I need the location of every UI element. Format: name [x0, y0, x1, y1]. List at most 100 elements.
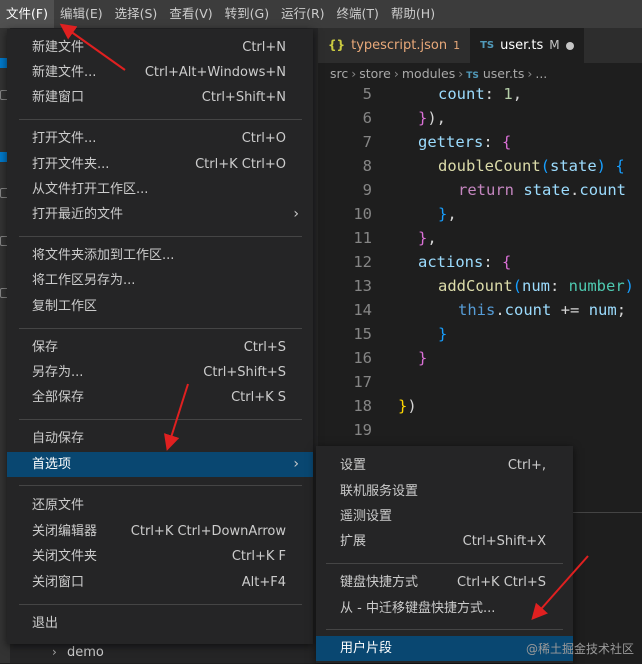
code-line: 16} — [318, 346, 642, 370]
code-line: 14 this.count += num; — [318, 298, 642, 322]
menu-item-save[interactable]: 保存 Ctrl+S — [7, 335, 313, 360]
code-token: actions — [418, 253, 484, 271]
menu-item-open-workspace[interactable]: 从文件打开工作区... — [7, 177, 313, 202]
menu-view[interactable]: 查看(V) — [163, 0, 218, 28]
code-line: 12 actions: { — [318, 250, 642, 274]
code-editor[interactable]: 5 count: 1, 6}), 7 getters: { 8 doubleCount… — [318, 82, 642, 452]
menu-item-new-file-dialog[interactable]: 新建文件... Ctrl+Alt+Windows+N — [7, 60, 313, 85]
folder-label: demo — [66, 645, 104, 660]
code-token: getters — [418, 133, 484, 151]
submenu-item-telemetry[interactable]: 遥测设置 — [316, 504, 573, 529]
crumb-more[interactable]: ... — [535, 66, 547, 81]
unsaved-dot-icon[interactable] — [565, 41, 574, 50]
tab-typescript-json[interactable]: {} typescript.json 1 — [318, 28, 471, 63]
submenu-item-migrate-keybindings[interactable]: 从 - 中迁移键盘快捷方式... — [316, 596, 573, 621]
tab-label: user.ts — [500, 38, 544, 53]
menu-item-auto-save[interactable]: 自动保存 — [7, 426, 313, 451]
menu-item-preferences[interactable]: 首选项 › — [7, 452, 313, 477]
chevron-right-icon: › — [293, 456, 299, 472]
menu-item-close-window[interactable]: 关闭窗口 Alt+F4 — [7, 570, 313, 595]
code-line: 9 return state.count — [318, 178, 642, 202]
crumb-src[interactable]: src — [330, 66, 348, 81]
menu-separator — [326, 629, 563, 630]
menu-item-save-as[interactable]: 另存为... Ctrl+Shift+S — [7, 360, 313, 385]
line-number: 18 — [353, 397, 372, 415]
code-line: 13 addCount(num: number) — [318, 274, 642, 298]
line-number: 5 — [362, 85, 372, 103]
line-number: 13 — [353, 277, 372, 295]
crumb-store[interactable]: store — [359, 66, 391, 81]
chevron-right-icon: › — [351, 66, 357, 81]
submenu-item-online-services[interactable]: 联机服务设置 — [316, 479, 573, 504]
chevron-right-icon: › — [458, 66, 464, 81]
menu-file[interactable]: 文件(F) — [0, 0, 54, 28]
modified-badge: M — [549, 38, 560, 52]
menu-item-save-all[interactable]: 全部保存 Ctrl+K S — [7, 385, 313, 410]
code-line: 6}), — [318, 106, 642, 130]
code-line: 5 count: 1, — [318, 82, 642, 106]
menu-terminal[interactable]: 终端(T) — [331, 0, 385, 28]
line-number: 8 — [362, 157, 372, 175]
menu-separator — [19, 236, 302, 237]
code-token: return — [458, 181, 514, 199]
line-number: 19 — [353, 421, 372, 439]
line-number: 11 — [353, 229, 372, 247]
menu-separator — [326, 563, 563, 564]
menu-selection[interactable]: 选择(S) — [109, 0, 164, 28]
code-line: 7 getters: { — [318, 130, 642, 154]
code-token: += — [560, 301, 580, 319]
code-line: 10}, — [318, 202, 642, 226]
menu-item-duplicate-workspace[interactable]: 复制工作区 — [7, 294, 313, 319]
menu-help[interactable]: 帮助(H) — [385, 0, 441, 28]
line-number: 10 — [353, 205, 372, 223]
line-number: 6 — [362, 109, 372, 127]
code-token: state — [550, 157, 597, 175]
code-token: num — [588, 301, 617, 319]
tab-user-ts[interactable]: TS user.ts M — [470, 28, 584, 63]
menu-item-open-folder[interactable]: 打开文件夹... Ctrl+K Ctrl+O — [7, 152, 313, 177]
watermark: @稀土掘金技术社区 — [525, 642, 634, 656]
code-line: 19 — [318, 418, 642, 442]
menu-separator — [19, 419, 302, 420]
crumb-modules[interactable]: modules — [402, 66, 455, 81]
code-line: 18}) — [318, 394, 642, 418]
chevron-right-icon: › — [393, 66, 399, 81]
chevron-right-icon: › — [52, 645, 57, 659]
menu-separator — [19, 119, 302, 120]
crumb-file[interactable]: user.ts — [483, 66, 525, 81]
menu-item-open-file[interactable]: 打开文件... Ctrl+O — [7, 126, 313, 151]
code-line: 11}, — [318, 226, 642, 250]
code-token: this — [458, 301, 496, 319]
menu-separator — [19, 485, 302, 486]
chevron-right-icon: › — [527, 66, 533, 81]
folder-demo[interactable]: › demo — [52, 643, 104, 661]
code-token: state — [523, 181, 571, 199]
code-line: 15} — [318, 322, 642, 346]
menu-item-new-file[interactable]: 新建文件 Ctrl+N — [7, 35, 313, 60]
menu-item-add-folder[interactable]: 将文件夹添加到工作区... — [7, 243, 313, 268]
code-line: 17 — [318, 370, 642, 394]
menu-run[interactable]: 运行(R) — [275, 0, 330, 28]
submenu-item-extensions[interactable]: 扩展 Ctrl+Shift+X — [316, 529, 573, 554]
typescript-icon: TS — [480, 40, 495, 51]
code-token: count — [579, 181, 627, 199]
menu-item-close-editor[interactable]: 关闭编辑器 Ctrl+K Ctrl+DownArrow — [7, 519, 313, 544]
line-number: 9 — [362, 181, 372, 199]
line-number: 14 — [353, 301, 372, 319]
menu-edit[interactable]: 编辑(E) — [54, 0, 109, 28]
menu-separator — [19, 328, 302, 329]
file-menu: 新建文件 Ctrl+N 新建文件... Ctrl+Alt+Windows+N 新建窗… — [7, 29, 313, 644]
menu-item-open-recent[interactable]: 打开最近的文件 › — [7, 202, 313, 227]
menu-item-revert-file[interactable]: 还原文件 — [7, 493, 313, 518]
code-token: doubleCount — [438, 157, 541, 175]
menu-item-exit[interactable]: 退出 — [7, 611, 313, 636]
line-number: 15 — [353, 325, 372, 343]
menu-item-close-folder[interactable]: 关闭文件夹 Ctrl+K F — [7, 544, 313, 569]
menu-go[interactable]: 转到(G) — [219, 0, 275, 28]
editor-tabs: {} typescript.json 1 TS user.ts M — [318, 28, 642, 63]
submenu-item-keyboard-shortcuts[interactable]: 键盘快捷方式 Ctrl+K Ctrl+S — [316, 570, 573, 595]
chevron-right-icon: › — [293, 206, 299, 222]
menu-item-save-workspace-as[interactable]: 将工作区另存为... — [7, 268, 313, 293]
submenu-item-settings[interactable]: 设置 Ctrl+, — [316, 453, 573, 478]
menu-item-new-window[interactable]: 新建窗口 Ctrl+Shift+N — [7, 85, 313, 110]
